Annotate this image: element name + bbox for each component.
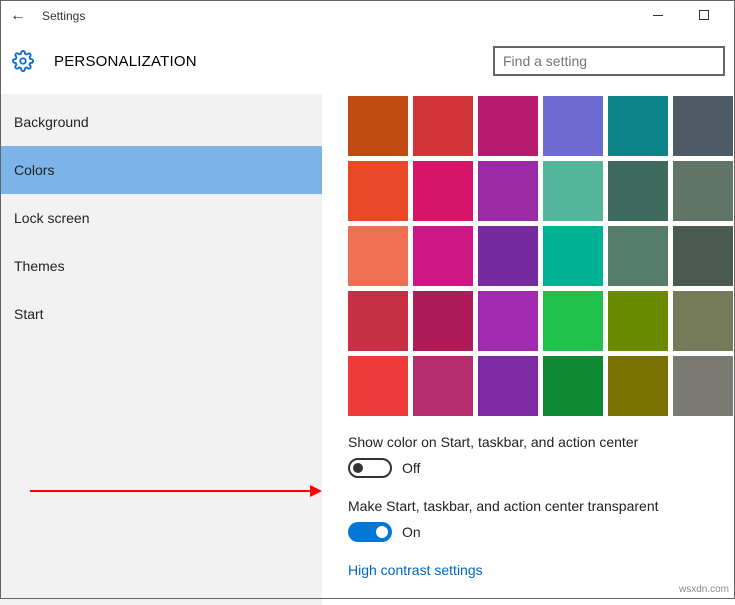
color-swatch[interactable]	[543, 356, 603, 416]
color-swatch[interactable]	[673, 291, 733, 351]
color-swatch[interactable]	[348, 161, 408, 221]
minimize-button[interactable]	[635, 0, 681, 30]
color-swatch[interactable]	[478, 96, 538, 156]
search-input[interactable]	[493, 46, 725, 76]
color-swatch[interactable]	[543, 226, 603, 286]
color-swatch[interactable]	[543, 291, 603, 351]
color-swatch[interactable]	[413, 96, 473, 156]
color-swatch[interactable]	[543, 96, 603, 156]
sidebar-item-background[interactable]: Background	[0, 98, 322, 146]
page-title: PERSONALIZATION	[54, 53, 197, 70]
color-swatch[interactable]	[543, 161, 603, 221]
sidebar-item-colors[interactable]: Colors	[0, 146, 322, 194]
color-swatch[interactable]	[608, 226, 668, 286]
color-swatch[interactable]	[478, 226, 538, 286]
transparent-state: On	[402, 524, 421, 540]
maximize-button[interactable]	[681, 0, 727, 30]
gear-icon	[12, 50, 34, 72]
color-swatch[interactable]	[478, 356, 538, 416]
color-swatch[interactable]	[673, 356, 733, 416]
color-swatch[interactable]	[608, 161, 668, 221]
color-swatch[interactable]	[478, 291, 538, 351]
color-swatch[interactable]	[413, 356, 473, 416]
transparent-toggle[interactable]	[348, 522, 392, 542]
color-swatch[interactable]	[413, 161, 473, 221]
color-swatch[interactable]	[413, 226, 473, 286]
sidebar-item-lock-screen[interactable]: Lock screen	[0, 194, 322, 242]
color-swatch[interactable]	[348, 291, 408, 351]
sidebar-item-start[interactable]: Start	[0, 290, 322, 338]
window-title: Settings	[42, 9, 85, 23]
show-color-toggle[interactable]	[348, 458, 392, 478]
sidebar-item-themes[interactable]: Themes	[0, 242, 322, 290]
color-swatch[interactable]	[348, 226, 408, 286]
transparent-label: Make Start, taskbar, and action center t…	[348, 498, 735, 514]
color-swatch[interactable]	[348, 96, 408, 156]
color-swatch-grid	[348, 96, 735, 416]
sidebar: Background Colors Lock screen Themes Sta…	[0, 94, 322, 605]
show-color-state: Off	[402, 460, 420, 476]
watermark: wsxdn.com	[679, 584, 729, 595]
high-contrast-link[interactable]: High contrast settings	[348, 562, 735, 578]
content-panel: Show color on Start, taskbar, and action…	[322, 94, 735, 605]
color-swatch[interactable]	[608, 96, 668, 156]
color-swatch[interactable]	[608, 291, 668, 351]
back-button[interactable]: ←	[10, 7, 26, 25]
color-swatch[interactable]	[348, 356, 408, 416]
color-swatch[interactable]	[608, 356, 668, 416]
color-swatch[interactable]	[478, 161, 538, 221]
color-swatch[interactable]	[673, 226, 733, 286]
show-color-label: Show color on Start, taskbar, and action…	[348, 434, 735, 450]
color-swatch[interactable]	[673, 96, 733, 156]
color-swatch[interactable]	[413, 291, 473, 351]
annotation-arrow	[30, 490, 320, 492]
color-swatch[interactable]	[673, 161, 733, 221]
